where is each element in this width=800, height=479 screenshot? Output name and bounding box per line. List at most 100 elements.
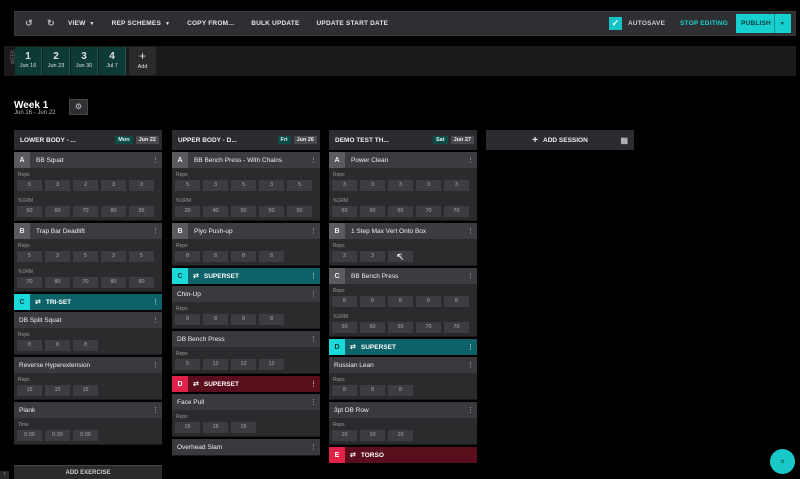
set-value-input[interactable]: 5 <box>17 251 42 262</box>
set-value-input[interactable]: 8 <box>388 385 413 396</box>
more-options-icon[interactable]: ⋮ <box>310 443 320 451</box>
session-header[interactable]: DEMO TEST TH... Sat Jun 27 <box>329 130 477 150</box>
torso-group-header[interactable]: E ⇄ TORSO <box>329 447 477 463</box>
set-value-input[interactable]: 3 <box>45 251 70 262</box>
set-value-input[interactable]: 6 <box>416 296 441 307</box>
set-value-input[interactable]: 5 <box>17 180 42 191</box>
set-value-input[interactable]: 80 <box>101 277 126 288</box>
chat-icon[interactable]: ▫ <box>770 449 795 474</box>
exercise-header[interactable]: DB Bench Press ⋮ <box>172 331 320 347</box>
more-options-icon[interactable]: ⋮ <box>152 406 162 414</box>
exercise-header[interactable]: A BB Bench Press - With Chains ⋮ <box>172 152 320 168</box>
bulk-update-button[interactable]: BULK UPDATE <box>251 20 299 27</box>
superset-header[interactable]: D ⇄ SUPERSET ⋮ <box>329 339 477 355</box>
set-value-input[interactable]: 10 <box>388 430 413 441</box>
add-exercise-button[interactable]: ADD EXERCISE <box>14 465 162 479</box>
set-value-input[interactable]: 8 <box>175 314 200 325</box>
set-value-input[interactable]: 8 <box>332 385 357 396</box>
week-tab-1[interactable]: 1 Jun 16 <box>15 47 42 75</box>
set-value-input[interactable]: 3 <box>332 180 357 191</box>
exercise-header[interactable]: Overhead Slam ⋮ <box>172 439 320 455</box>
exercise-header[interactable]: Russian Lean ⋮ <box>329 357 477 373</box>
more-options-icon[interactable]: ⋮ <box>152 156 162 164</box>
set-value-input[interactable]: 15 <box>231 422 256 433</box>
exercise-header[interactable]: Face Pull ⋮ <box>172 394 320 410</box>
more-options-icon[interactable]: ⋮ <box>310 227 320 235</box>
stop-editing-button[interactable]: STOP EDITING <box>680 20 728 27</box>
set-value-input[interactable]: 8 <box>73 340 98 351</box>
more-options-icon[interactable]: ⋮ <box>310 398 320 406</box>
view-menu[interactable]: VIEW ▼ <box>68 20 95 27</box>
triset-header[interactable]: C ⇄ TRI-SET ⋮ <box>14 294 162 310</box>
exercise-header[interactable]: Reverse Hyperextension ⋮ <box>14 357 162 373</box>
set-value-input[interactable]: 3 <box>101 180 126 191</box>
more-options-icon[interactable]: ⋮ <box>467 361 477 369</box>
set-value-input[interactable]: 3 <box>203 180 228 191</box>
set-value-input[interactable]: 50 <box>259 206 284 217</box>
week-tab-4[interactable]: 4 Jul 7 <box>99 47 126 75</box>
set-value-input[interactable]: 8 <box>203 251 228 262</box>
chevron-left-icon[interactable]: ‹ <box>0 471 9 479</box>
set-value-input[interactable]: 5 <box>129 251 154 262</box>
more-options-icon[interactable]: ⋮ <box>152 361 162 369</box>
set-value-input[interactable]: 70 <box>73 206 98 217</box>
set-value-input[interactable]: 5 <box>287 180 312 191</box>
set-value-input[interactable]: 15 <box>45 385 70 396</box>
set-value-input[interactable]: 10 <box>360 430 385 441</box>
exercise-header[interactable]: Chin-Up ⋮ <box>172 286 320 302</box>
set-value-input[interactable]: 50 <box>332 206 357 217</box>
set-value-input[interactable]: 5 <box>175 180 200 191</box>
set-value-input[interactable]: 15 <box>73 385 98 396</box>
gear-icon[interactable]: ⚙ <box>69 99 88 115</box>
set-value-input[interactable]: 2 <box>332 251 357 262</box>
set-value-input[interactable]: 80 <box>129 277 154 288</box>
superset-header[interactable]: C ⇄ SUPERSET ⋮ <box>172 268 320 284</box>
set-value-input[interactable]: 3 <box>45 180 70 191</box>
set-value-input[interactable]: 3 <box>416 180 441 191</box>
set-value-input[interactable]: 80 <box>45 277 70 288</box>
exercise-header[interactable]: B 1 Step Max Vert Onto Box ⋮ <box>329 223 477 239</box>
set-value-input[interactable]: 70 <box>444 206 469 217</box>
set-value-input[interactable]: 3 <box>259 180 284 191</box>
more-options-icon[interactable]: ⋮ <box>467 227 477 235</box>
set-value-input[interactable]: 70 <box>416 206 441 217</box>
add-week-button[interactable]: + Add <box>129 47 156 75</box>
undo-icon[interactable]: ↺ <box>24 18 34 29</box>
copy-from-button[interactable]: COPY FROM... <box>187 20 234 27</box>
more-options-icon[interactable]: ⋮ <box>467 343 477 351</box>
set-value-input[interactable]: 3 <box>360 180 385 191</box>
set-value-input[interactable]: 40 <box>203 206 228 217</box>
set-value-input[interactable]: 5 <box>175 359 200 370</box>
more-options-icon[interactable]: ⋮ <box>310 272 320 280</box>
set-value-input[interactable]: 8 <box>259 314 284 325</box>
set-value-input[interactable]: 70 <box>17 277 42 288</box>
set-value-input[interactable]: 3 <box>101 251 126 262</box>
set-value-input[interactable]: 70 <box>73 277 98 288</box>
set-value-input[interactable]: 60 <box>360 206 385 217</box>
set-value-input[interactable]: 12 <box>259 359 284 370</box>
set-value-input[interactable]: 80 <box>101 206 126 217</box>
set-value-input[interactable]: 15 <box>17 385 42 396</box>
set-value-input[interactable]: 20 <box>175 206 200 217</box>
set-value-input[interactable]: 50 <box>231 206 256 217</box>
set-value-input[interactable]: 6 <box>444 296 469 307</box>
exercise-header[interactable]: B Plyo Push-up ⋮ <box>172 223 320 239</box>
set-value-input[interactable]: 15 <box>203 422 228 433</box>
set-value-input[interactable]: 60 <box>45 206 70 217</box>
exercise-header[interactable]: A BB Squat ⋮ <box>14 152 162 168</box>
more-options-icon[interactable]: ⋮ <box>152 298 162 306</box>
caret-down-icon[interactable]: ▼ <box>774 14 790 33</box>
calendar-add-icon[interactable]: ▦ <box>620 136 628 145</box>
exercise-header[interactable]: B Trap Bar Deadlift ⋮ <box>14 223 162 239</box>
set-value-input[interactable]: 5 <box>73 251 98 262</box>
set-value-input[interactable]: 8 <box>259 251 284 262</box>
exercise-header[interactable]: Plank ⋮ <box>14 402 162 418</box>
more-options-icon[interactable]: ⋮ <box>152 316 162 324</box>
session-header[interactable]: LOWER BODY - ... Mon Jun 22 <box>14 130 162 150</box>
more-options-icon[interactable]: ⋮ <box>310 290 320 298</box>
set-value-input[interactable]: 3 <box>388 180 413 191</box>
set-value-input[interactable]: 3 <box>444 180 469 191</box>
autosave-checkbox[interactable]: ✓ <box>609 17 622 30</box>
set-value-input[interactable]: 8 <box>45 340 70 351</box>
week-tab-3[interactable]: 3 Jun 30 <box>71 47 98 75</box>
